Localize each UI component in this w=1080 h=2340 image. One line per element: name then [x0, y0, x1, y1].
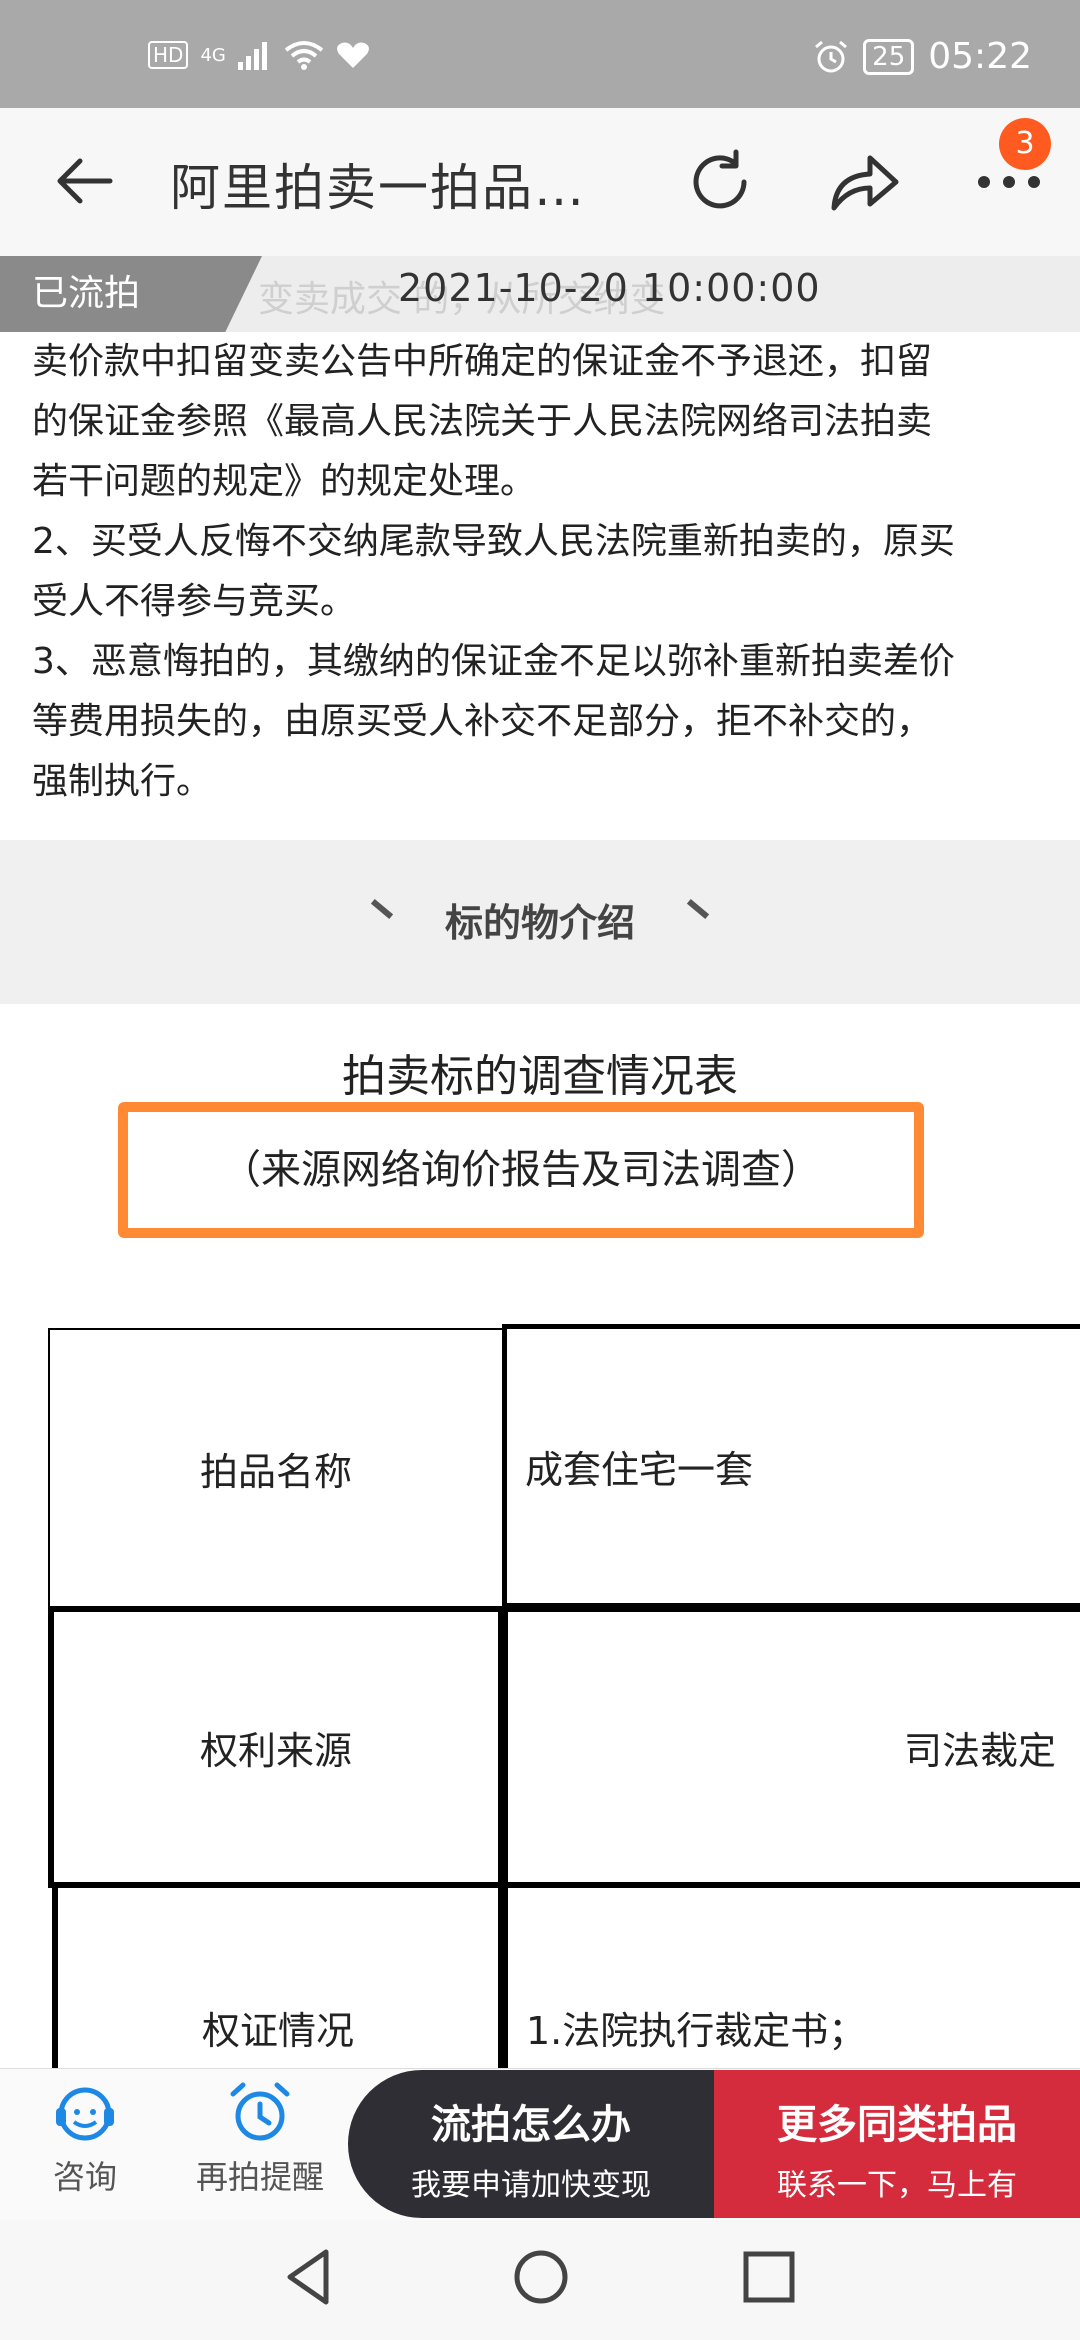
section-header: 标的物介绍 — [0, 840, 1080, 1004]
table-value-cell: 成套住宅一套 — [502, 1324, 1080, 1608]
notification-badge: 3 — [999, 118, 1051, 170]
auction-time: 2021-10-20 10:00:00 — [398, 266, 821, 310]
section-heading: 标的物介绍 — [444, 901, 635, 945]
status-right-icons: 25 05:22 — [813, 36, 1032, 77]
rules-line: 卖价款中扣留变卖公告中所确定的保证金不予退还，扣留 — [32, 341, 933, 382]
table-label-cell: 权利来源 — [48, 1606, 504, 1888]
status-tag: 已流拍 — [0, 256, 262, 332]
alarm-clock-icon — [230, 2082, 290, 2141]
rules-line: 3、恶意悔拍的，其缴纳的保证金不足以弥补重新拍卖差价 — [32, 641, 955, 682]
rules-line: 受人不得参与竞买。 — [32, 581, 357, 622]
more-similar-title: 更多同类拍品 — [777, 2102, 1017, 2148]
rules-line: 等费用损失的，由原买受人补交不足部分，拒不补交的， — [32, 701, 933, 742]
table-value-cell: 司法裁定 — [502, 1606, 1080, 1888]
consult-label: 咨询 — [52, 2158, 117, 2196]
refresh-icon[interactable] — [684, 146, 756, 218]
rules-line: 2、买受人反悔不交纳尾款导致人民法院重新拍卖的，原买 — [32, 521, 955, 562]
app-bar: 阿里拍卖一拍品… — [0, 108, 1080, 256]
signal-type: 4G — [200, 44, 226, 66]
alarm-icon — [815, 40, 848, 72]
rules-line: 若干问题的规定》的规定处理。 — [32, 461, 537, 502]
remind-label: 再拍提醒 — [195, 2158, 324, 2196]
status-time: 05:22 — [928, 36, 1032, 77]
nav-recents-icon[interactable] — [734, 2242, 804, 2312]
signal-icon — [237, 42, 267, 70]
wifi-icon — [284, 41, 324, 70]
more-similar-subtitle: 联系一下，马上有 — [777, 2168, 1017, 2203]
page-title: 阿里拍卖一拍品… — [170, 159, 586, 217]
share-icon[interactable] — [826, 146, 902, 218]
headset-icon — [56, 2087, 114, 2141]
rules-line: 的保证金参照《最高人民法院关于人民法院网络司法拍卖 — [32, 401, 933, 442]
unsold-help-button[interactable]: 流拍怎么办 我要申请加快变现 — [348, 2070, 714, 2218]
table-label-cell: 拍品名称 — [48, 1328, 504, 1608]
unsold-help-title: 流拍怎么办 — [431, 2102, 631, 2148]
highlight-box — [118, 1102, 924, 1238]
status-left-icons: HD 4G — [148, 40, 370, 70]
battery-indicator: 25 — [863, 38, 915, 75]
consult-button[interactable]: 咨询 — [40, 2080, 130, 2198]
system-nav-bar — [0, 2220, 1080, 2340]
rules-text: 卖价款中扣留变卖公告中所确定的保证金不予退还，扣留 的保证金参照《最高人民法院关… — [32, 332, 1052, 812]
status-bar: HD 4G 25 05:22 — [0, 0, 1080, 108]
back-arrow-icon[interactable] — [50, 146, 120, 216]
remind-button[interactable]: 再拍提醒 — [190, 2080, 330, 2198]
hd-badge: HD — [148, 41, 189, 69]
health-heart-icon — [336, 42, 369, 68]
nav-home-icon[interactable] — [506, 2242, 576, 2312]
rules-line: 强制执行。 — [32, 761, 213, 802]
more-similar-button[interactable]: 更多同类拍品 联系一下，马上有 — [714, 2070, 1080, 2218]
document-title: 拍卖标的调查情况表 — [342, 1051, 738, 1102]
unsold-help-subtitle: 我要申请加快变现 — [411, 2168, 651, 2203]
nav-back-icon[interactable] — [274, 2242, 344, 2312]
